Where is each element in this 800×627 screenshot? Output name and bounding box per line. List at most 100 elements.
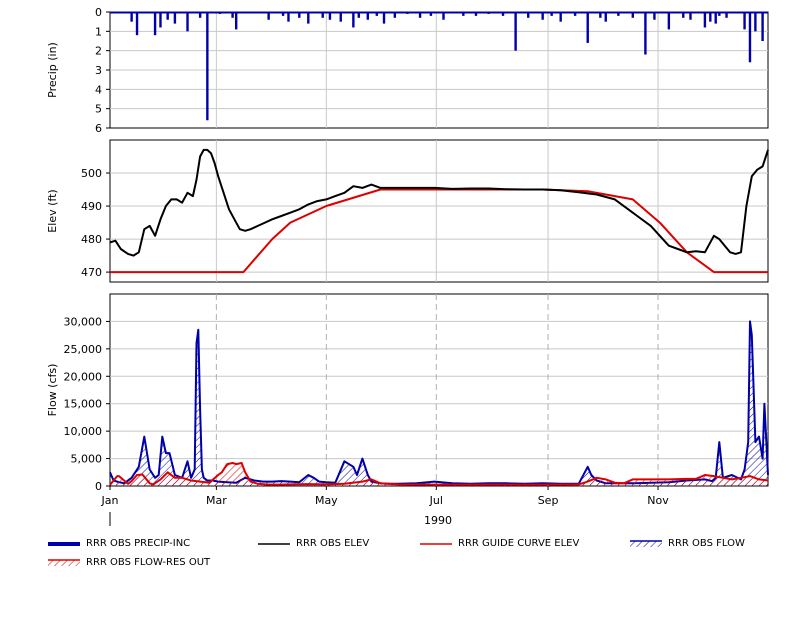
precip-bar-46 [653, 12, 656, 20]
precip-bar-23 [375, 12, 379, 16]
precip-bar-47 [667, 12, 671, 30]
precip-bar-18 [328, 12, 332, 20]
precip-bar-53 [718, 12, 721, 16]
precip-bar-11 [234, 12, 238, 30]
legend: RRR OBS PRECIP-INC RRR OBS ELEV RRR GUID… [0, 530, 800, 580]
legend-item-resout: RRR OBS FLOW-RES OUT [48, 557, 210, 568]
legend-label-precip: RRR OBS PRECIP-INC [86, 538, 191, 549]
precip-bar-14 [287, 12, 290, 22]
legend-label-resout: RRR OBS FLOW-RES OUT [86, 557, 211, 568]
legend-item-flow: RRR OBS FLOW [630, 538, 745, 549]
precip-bar-51 [709, 12, 712, 22]
x-tick-label-0: Jan [101, 494, 119, 507]
legend-swatch-flow [630, 539, 662, 547]
precip-y-axis-label: Precip (in) [46, 42, 59, 98]
precip-bar-5 [173, 12, 177, 24]
precip-bar-9 [218, 12, 222, 14]
x-tick-label-1: Mar [206, 494, 227, 507]
x-tick-label-5: Nov [647, 494, 669, 507]
flow-panel: 0 5,000 10,000 15,000 20,000 25,000 30,000 Flow… [46, 293, 769, 493]
precip-ytick-label-3: 3 [95, 64, 102, 77]
precip-bar-56 [748, 12, 752, 63]
precip-bar-44 [631, 12, 634, 18]
precip-bar-57 [754, 12, 757, 32]
precip-bar-43 [617, 12, 620, 16]
precip-bar-27 [418, 12, 422, 18]
precip-bar-52 [714, 12, 717, 24]
precip-bar-15 [298, 12, 301, 18]
precip-bar-34 [514, 12, 517, 51]
precip-bar-49 [689, 12, 692, 20]
precip-bar-0 [130, 12, 133, 22]
precip-bar-40 [586, 12, 589, 43]
elev-ytick-label-2: 490 [81, 200, 102, 213]
flow-ytick-label-2: 10,000 [64, 425, 103, 438]
x-tick-label-2: May [315, 494, 338, 507]
flow-y-axis-label: Flow (cfs) [46, 364, 59, 417]
precip-bar-22 [366, 12, 369, 20]
precip-bar-8 [206, 12, 209, 121]
flow-ytick-label-3: 15,000 [64, 398, 103, 411]
precip-bar-12 [267, 12, 270, 20]
elev-ytick-label-3: 500 [81, 167, 102, 180]
precip-bar-39 [573, 12, 577, 16]
precip-bar-3 [159, 12, 162, 28]
precip-bar-4 [166, 12, 169, 20]
legend-label-elev: RRR OBS ELEV [296, 538, 370, 549]
precip-bar-29 [442, 12, 445, 20]
precip-bar-54 [725, 12, 728, 18]
precip-ytick-label-4: 4 [95, 83, 102, 96]
elev-ytick-label-0: 470 [81, 266, 102, 279]
precip-ytick-label-0: 0 [95, 6, 102, 19]
x-tick-label-3: Jul [429, 494, 443, 507]
elev-ytick-label-1: 480 [81, 233, 102, 246]
flow-frame [109, 293, 769, 487]
precip-bar-17 [321, 12, 324, 18]
elev-y-axis-label: Elev (ft) [46, 189, 59, 232]
precip-bar-45 [644, 12, 647, 55]
precip-bar-25 [393, 12, 397, 18]
precip-ytick-label-2: 2 [95, 45, 102, 58]
precip-bar-2 [153, 12, 157, 36]
flow-ytick-label-5: 25,000 [64, 343, 103, 356]
precip-bar-37 [550, 12, 553, 16]
elevation-panel: 470 480 490 500 Elev (ft) [46, 139, 769, 283]
precip-bar-6 [186, 12, 189, 32]
legend-swatch-guide [420, 542, 452, 545]
precip-ytick-label-1: 1 [95, 25, 102, 38]
precip-ytick-label-5: 5 [95, 103, 102, 116]
precip-bar-26 [406, 12, 409, 14]
legend-item-elev: RRR OBS ELEV [258, 538, 369, 549]
precip-bar-20 [352, 12, 355, 28]
legend-item-precip: RRR OBS PRECIP-INC [48, 538, 190, 549]
legend-swatch-resout [48, 558, 80, 566]
legend-swatch-elev [258, 542, 290, 545]
precip-bar-41 [599, 12, 602, 18]
precip-bar-42 [604, 12, 607, 22]
flow-ytick-label-4: 20,000 [64, 370, 103, 383]
legend-label-flow: RRR OBS FLOW [668, 538, 745, 549]
precip-panel: 0 1 2 3 4 5 6 Precip (in) [46, 6, 769, 135]
precip-ytick-label-6: 6 [95, 122, 102, 135]
flow-ytick-label-1: 5,000 [71, 453, 103, 466]
precip-bar-32 [487, 12, 490, 14]
legend-label-guide: RRR GUIDE CURVE ELEV [458, 538, 580, 549]
precip-bar-35 [527, 12, 530, 18]
precip-bar-30 [462, 12, 465, 16]
precip-bar-1 [135, 12, 139, 36]
precip-bar-31 [474, 12, 478, 16]
x-year-label: 1990 [424, 514, 452, 527]
x-tick-label-4: Sep [538, 494, 559, 507]
precip-bar-58 [761, 12, 764, 41]
precip-bar-10 [231, 12, 234, 18]
flow-ytick-label-6: 30,000 [64, 315, 103, 328]
x-axis: Jan Mar May Jul Sep Nov 1990 [101, 486, 669, 527]
flow-ytick-label-0: 0 [95, 480, 102, 493]
legend-swatch-precip [48, 541, 80, 546]
elev-frame [109, 139, 769, 283]
precip-bar-36 [541, 12, 544, 20]
precip-bar-24 [382, 12, 386, 24]
precip-bar-28 [429, 12, 433, 16]
precip-bar-33 [501, 12, 505, 16]
precip-bar-38 [559, 12, 562, 22]
